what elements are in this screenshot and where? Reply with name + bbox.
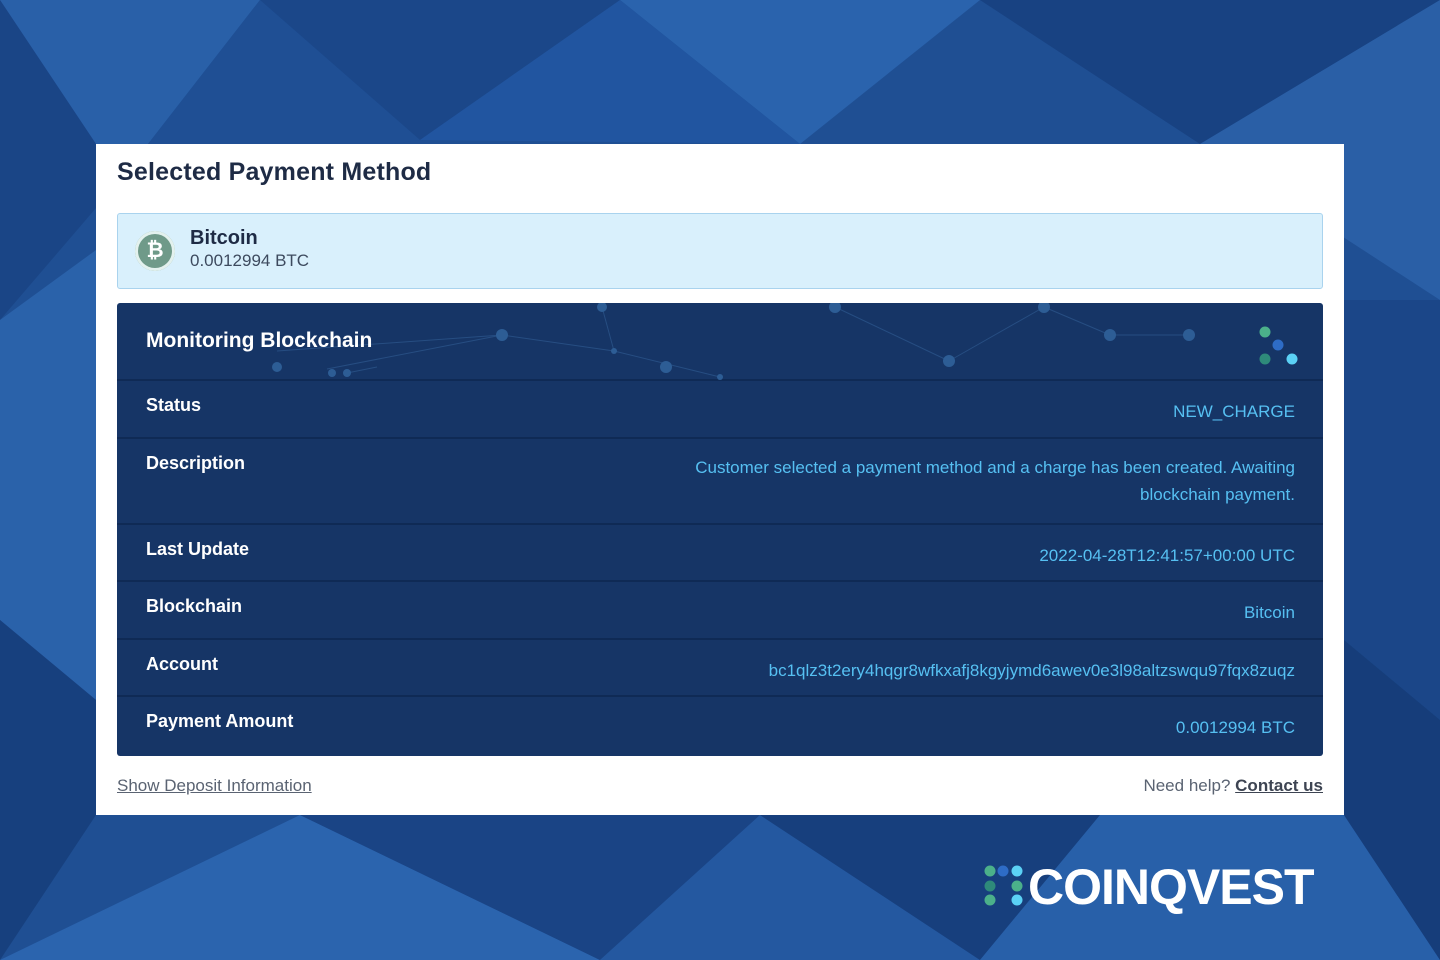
blockchain-row: Blockchain Bitcoin bbox=[117, 582, 1323, 640]
description-value: Customer selected a payment method and a… bbox=[695, 458, 1295, 504]
status-row: Status NEW_CHARGE bbox=[117, 381, 1323, 439]
contact-us-link[interactable]: Contact us bbox=[1235, 776, 1323, 795]
show-deposit-information-link[interactable]: Show Deposit Information bbox=[117, 776, 312, 796]
description-row: Description Customer selected a payment … bbox=[117, 439, 1323, 525]
payment-amount-row: Payment Amount 0.0012994 BTC bbox=[117, 697, 1323, 754]
bitcoin-icon: ₿ bbox=[135, 231, 175, 271]
card-title: Selected Payment Method bbox=[117, 158, 432, 186]
blockchain-value: Bitcoin bbox=[1243, 603, 1295, 622]
account-row: Account bc1qlz3t2ery4hqgr8wfkxafj8kgyjym… bbox=[117, 640, 1323, 697]
payment-amount-label: Payment Amount bbox=[146, 711, 294, 731]
payment-amount-value[interactable]: 0.0012994 BTC bbox=[1176, 714, 1295, 741]
payment-card: Selected Payment Method ₿ Bitcoin 0.0012… bbox=[96, 144, 1344, 815]
last-update-row: Last Update 2022-04-28T12:41:57+00:00 UT… bbox=[117, 525, 1323, 582]
coinqvest-dots-icon bbox=[984, 865, 1023, 906]
help-text: Need help? Contact us bbox=[1143, 776, 1323, 796]
coin-name: Bitcoin bbox=[190, 227, 258, 249]
monitoring-title: Monitoring Blockchain bbox=[146, 329, 373, 352]
status-value: NEW_CHARGE bbox=[1173, 402, 1295, 421]
account-address[interactable]: bc1qlz3t2ery4hqgr8wfkxafj8kgyjymd6awev0e… bbox=[769, 657, 1295, 684]
monitoring-header: Monitoring Blockchain bbox=[117, 303, 1323, 381]
brand-name: COINQVEST bbox=[1028, 859, 1314, 915]
need-help-label: Need help? bbox=[1143, 776, 1231, 795]
selected-method-box[interactable]: ₿ Bitcoin 0.0012994 BTC bbox=[117, 213, 1323, 289]
loading-dots-icon bbox=[1259, 326, 1298, 365]
coin-amount: 0.0012994 BTC bbox=[190, 251, 310, 270]
last-update-value: 2022-04-28T12:41:57+00:00 UTC bbox=[1039, 546, 1295, 565]
monitoring-panel: Monitoring Blockchain Status NEW_CHARGE … bbox=[117, 303, 1323, 756]
account-label: Account bbox=[146, 654, 218, 674]
description-label: Description bbox=[146, 453, 246, 473]
blockchain-label: Blockchain bbox=[146, 596, 243, 616]
status-label: Status bbox=[146, 395, 202, 415]
last-update-label: Last Update bbox=[146, 539, 250, 559]
